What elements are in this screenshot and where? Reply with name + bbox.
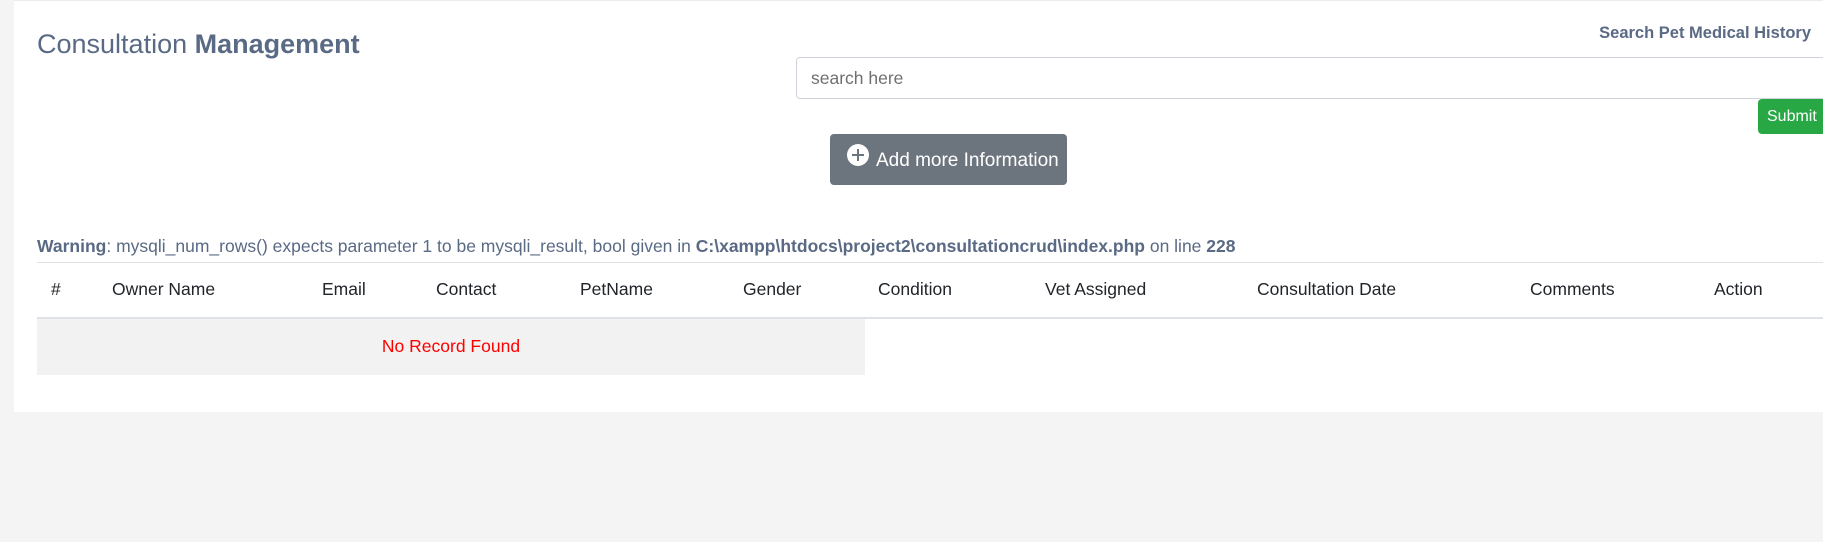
column-header-number: #	[51, 279, 61, 299]
column-header-pet-name: PetName	[580, 279, 653, 299]
column-header-consultation-date: Consultation Date	[1257, 279, 1397, 299]
table-row: No Record Found	[37, 319, 865, 375]
add-more-information-button[interactable]: Add more Information	[830, 134, 1067, 185]
column-header-vet-assigned: Vet Assigned	[1045, 279, 1147, 299]
warning-line: 228	[1206, 236, 1236, 256]
warning-line-prefix: on line	[1144, 236, 1207, 256]
page-title-bold: Management	[194, 29, 360, 59]
column-header-action: Action	[1714, 279, 1763, 299]
page-title-light: Consultation	[37, 29, 195, 59]
page-title: Consultation Management	[37, 26, 360, 62]
column-header-owner-name: Owner Name	[112, 279, 216, 299]
search-heading: Search Pet Medical History	[1599, 24, 1811, 42]
search-input[interactable]	[796, 57, 1823, 99]
column-header-gender: Gender	[743, 279, 802, 299]
column-header-email: Email	[322, 279, 366, 299]
column-header-contact: Contact	[436, 279, 497, 299]
warning-message: : mysqli_num_rows() expects parameter 1 …	[106, 236, 696, 256]
column-header-comments: Comments	[1530, 279, 1615, 299]
warning-level: Warning	[37, 236, 107, 256]
php-warning: Warning: mysqli_num_rows() expects param…	[37, 236, 1235, 257]
submit-button[interactable]: Submit	[1758, 99, 1823, 134]
plus-circle-icon	[847, 144, 869, 166]
warning-file: C:\xampp\htdocs\project2\consultationcru…	[695, 236, 1145, 256]
table-top-border	[37, 262, 1823, 263]
add-button-label: Add more Information	[876, 150, 1059, 171]
column-header-condition: Condition	[878, 279, 952, 299]
no-record-message: No Record Found	[381, 336, 521, 356]
